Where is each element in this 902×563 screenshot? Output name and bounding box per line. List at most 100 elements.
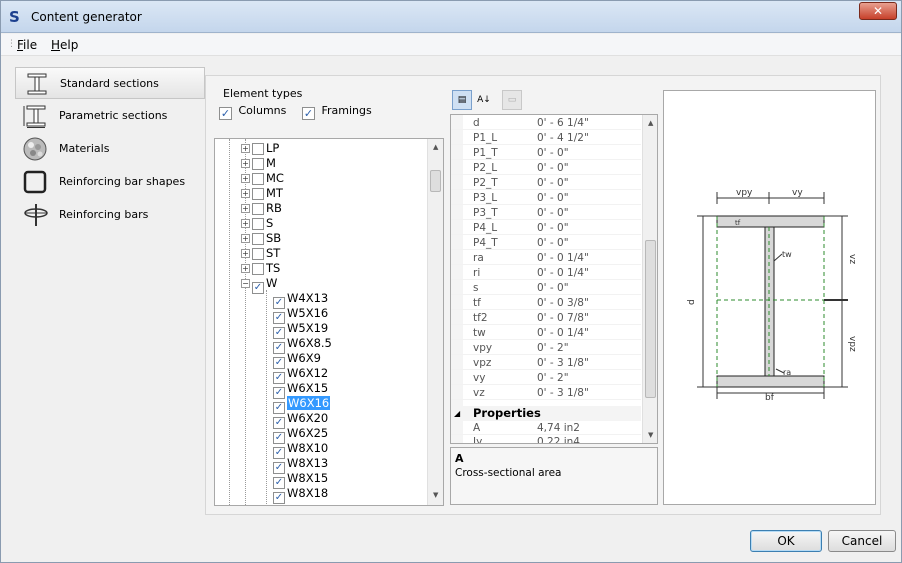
tree-item-w8x10[interactable]: ✓ W8X10 (273, 441, 328, 459)
alphabetical-sort-button[interactable]: A↓ (474, 90, 494, 110)
tree-item-st[interactable]: + ST (241, 246, 280, 261)
collapse-minus-icon[interactable]: − (241, 279, 250, 288)
property-row[interactable]: vz 0' - 3 1/8" (451, 387, 641, 400)
checkbox-unchecked-icon[interactable] (252, 233, 264, 245)
expand-plus-icon[interactable]: + (241, 204, 250, 213)
scrollbar-thumb[interactable] (645, 240, 656, 398)
tree-item-w5x19[interactable]: ✓ W5X19 (273, 321, 328, 339)
tree-guide-line (266, 290, 267, 504)
scroll-down-icon[interactable]: ▼ (648, 431, 653, 439)
close-button[interactable]: ✕ (859, 2, 897, 20)
checkbox-unchecked-icon[interactable] (252, 203, 264, 215)
sidebar-item-materials[interactable]: Materials (15, 133, 205, 165)
section-tree[interactable]: + LP + M + MC + MT + RB + S + SB + ST + TS − ✓ W ✓ W… (214, 138, 444, 506)
expand-plus-icon[interactable]: + (241, 234, 250, 243)
property-row[interactable]: P4_L 0' - 0" (451, 222, 641, 235)
property-row[interactable]: Iy 0,22 in4 (451, 436, 641, 443)
expand-plus-icon[interactable]: + (241, 219, 250, 228)
expand-plus-icon[interactable]: + (241, 159, 250, 168)
categorized-view-button[interactable]: ▤ (452, 90, 472, 110)
expand-plus-icon[interactable]: + (241, 264, 250, 273)
property-row[interactable]: P3_T 0' - 0" (451, 207, 641, 220)
tree-item-w8x15[interactable]: ✓ W8X15 (273, 471, 328, 489)
property-row[interactable]: tf 0' - 0 3/8" (451, 297, 641, 310)
tree-item-mt[interactable]: + MT (241, 186, 283, 201)
tree-item-w6x20[interactable]: ✓ W6X20 (273, 411, 328, 429)
expand-plus-icon[interactable]: + (241, 249, 250, 258)
property-grid[interactable]: d 0' - 6 1/4" P1_L 0' - 4 1/2" P1_T 0' - 0" P2… (450, 114, 658, 444)
columns-checkbox[interactable]: ✓ Columns (219, 104, 286, 120)
property-row[interactable]: d 0' - 6 1/4" (451, 117, 641, 130)
sidebar-item-standard-sections[interactable]: Standard sections (15, 67, 205, 99)
tree-item-sb[interactable]: + SB (241, 231, 281, 246)
property-row[interactable]: P3_L 0' - 0" (451, 192, 641, 205)
tree-item-ts[interactable]: + TS (241, 261, 280, 276)
property-row[interactable]: vpy 0' - 2" (451, 342, 641, 355)
property-row[interactable]: vpz 0' - 3 1/8" (451, 357, 641, 370)
title-bar[interactable]: S Content generator ✕ (1, 1, 901, 33)
checkbox-unchecked-icon[interactable] (252, 218, 264, 230)
tree-item-w6x12[interactable]: ✓ W6X12 (273, 366, 328, 384)
checkbox-checked-icon[interactable]: ✓ (252, 282, 264, 294)
sidebar-item-reinforcing-bars[interactable]: Reinforcing bars (15, 199, 205, 231)
tree-item-w6x9[interactable]: ✓ W6X9 (273, 351, 321, 369)
category-properties[interactable]: ◢ Properties (451, 406, 641, 421)
tree-item-m[interactable]: + M (241, 156, 276, 171)
tree-item-w6x16[interactable]: ✓ W6X16 (273, 396, 331, 414)
property-value: 0' - 2" (537, 372, 569, 384)
scrollbar-thumb[interactable] (430, 170, 441, 192)
property-row[interactable]: P2_T 0' - 0" (451, 177, 641, 190)
tree-item-rb[interactable]: + RB (241, 201, 282, 216)
property-row[interactable]: vy 0' - 2" (451, 372, 641, 385)
expand-plus-icon[interactable]: + (241, 189, 250, 198)
checkbox-unchecked-icon[interactable] (252, 248, 264, 260)
checkbox-unchecked-icon[interactable] (252, 143, 264, 155)
menu-file[interactable]: File (17, 38, 37, 52)
ok-button[interactable]: OK (750, 530, 822, 552)
property-row[interactable]: P2_L 0' - 0" (451, 162, 641, 175)
property-name: P1_T (473, 147, 498, 159)
property-scrollbar[interactable]: ▲ ▼ (642, 115, 657, 443)
tree-item-w6x8-5[interactable]: ✓ W6X8.5 (273, 336, 332, 354)
tree-item-w4x13[interactable]: ✓ W4X13 (273, 291, 328, 309)
tree-item-w8x13[interactable]: ✓ W8X13 (273, 456, 328, 474)
property-row[interactable]: tw 0' - 0 1/4" (451, 327, 641, 340)
sidebar-item-parametric-sections[interactable]: Parametric sections (15, 100, 205, 132)
menu-help[interactable]: Help (51, 38, 78, 52)
tree-item-mc[interactable]: + MC (241, 171, 284, 186)
checkbox-unchecked-icon[interactable] (252, 158, 264, 170)
property-pages-button[interactable]: ▭ (502, 90, 522, 110)
property-row[interactable]: P4_T 0' - 0" (451, 237, 641, 250)
tree-item-w6x25[interactable]: ✓ W6X25 (273, 426, 328, 444)
collapse-category-icon[interactable]: ◢ (454, 406, 460, 421)
expand-plus-icon[interactable]: + (241, 174, 250, 183)
property-row[interactable]: A 4,74 in2 (451, 422, 641, 435)
cancel-button[interactable]: Cancel (828, 530, 896, 552)
checkbox-unchecked-icon[interactable] (252, 188, 264, 200)
d-label: d (687, 299, 697, 305)
menu-bar: ⋮ File Help (1, 34, 901, 56)
expand-plus-icon[interactable]: + (241, 144, 250, 153)
scroll-up-icon[interactable]: ▲ (433, 143, 438, 151)
tree-scrollbar[interactable]: ▲ ▼ (427, 139, 443, 505)
tree-item-w6x15[interactable]: ✓ W6X15 (273, 381, 328, 399)
checkbox-unchecked-icon[interactable] (252, 263, 264, 275)
property-row[interactable]: s 0' - 0" (451, 282, 641, 295)
tree-item-s[interactable]: + S (241, 216, 273, 231)
tree-item-lp[interactable]: + LP (241, 141, 279, 156)
checkbox-checked-icon[interactable]: ✓ (273, 492, 285, 504)
scroll-up-icon[interactable]: ▲ (648, 119, 653, 127)
sidebar-item-reinforcing-bar-shapes[interactable]: Reinforcing bar shapes (15, 166, 205, 198)
checkbox-unchecked-icon[interactable] (252, 173, 264, 185)
property-row[interactable]: tf2 0' - 0 7/8" (451, 312, 641, 325)
tree-item-w5x16[interactable]: ✓ W5X16 (273, 306, 328, 324)
property-row[interactable]: P1_T 0' - 0" (451, 147, 641, 160)
tree-item-w8x18[interactable]: ✓ W8X18 (273, 486, 328, 504)
property-row[interactable]: ra 0' - 0 1/4" (451, 252, 641, 265)
tree-item-label: W6X16 (287, 396, 331, 410)
framings-checkbox[interactable]: ✓ Framings (302, 104, 372, 120)
tree-item-w[interactable]: − ✓ W (241, 276, 277, 294)
property-row[interactable]: P1_L 0' - 4 1/2" (451, 132, 641, 145)
scroll-down-icon[interactable]: ▼ (433, 491, 438, 499)
property-row[interactable]: ri 0' - 0 1/4" (451, 267, 641, 280)
